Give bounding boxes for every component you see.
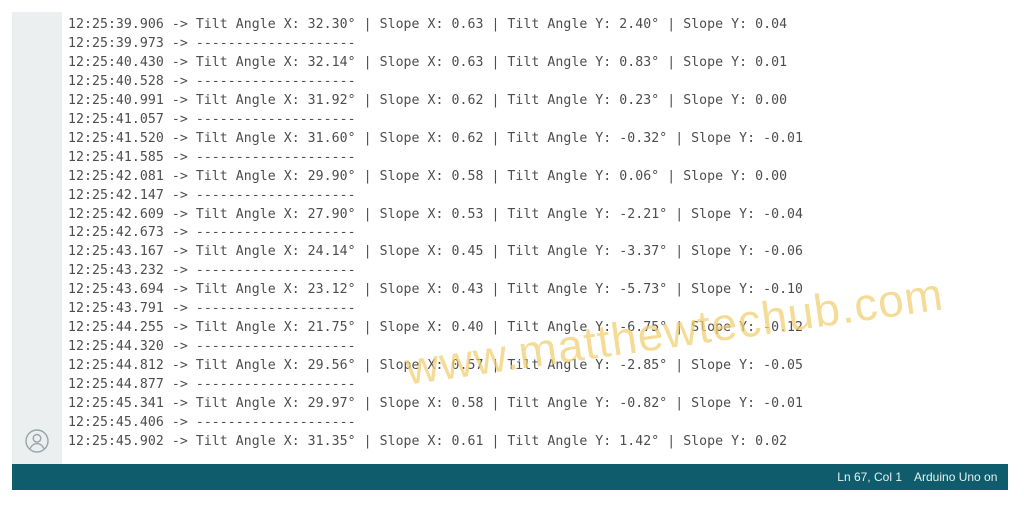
serial-log-line: 12:25:41.057 -> -------------------- (68, 111, 356, 127)
serial-log-line: 12:25:42.673 -> -------------------- (68, 225, 356, 241)
serial-output[interactable]: 12:25:39.906 -> Tilt Angle X: 32.30° | S… (68, 16, 1008, 464)
cursor-position: Ln 67, Col 1 (837, 470, 902, 484)
serial-log-line: 12:25:42.609 -> Tilt Angle X: 27.90° | S… (68, 206, 804, 222)
serial-log-line: 12:25:43.167 -> Tilt Angle X: 24.14° | S… (68, 244, 804, 260)
serial-log-line: 12:25:44.812 -> Tilt Angle X: 29.56° | S… (68, 358, 804, 374)
serial-log-line: 12:25:44.320 -> -------------------- (68, 339, 356, 355)
serial-log-line: 12:25:39.973 -> -------------------- (68, 35, 356, 51)
serial-log-line: 12:25:42.081 -> Tilt Angle X: 29.90° | S… (68, 168, 788, 184)
serial-log-line: 12:25:45.341 -> Tilt Angle X: 29.97° | S… (68, 396, 804, 412)
serial-log-line: 12:25:40.430 -> Tilt Angle X: 32.14° | S… (68, 54, 788, 70)
serial-log-line: 12:25:43.694 -> Tilt Angle X: 23.12° | S… (68, 282, 804, 298)
user-avatar-icon[interactable] (25, 429, 49, 453)
serial-log-line: 12:25:42.147 -> -------------------- (68, 187, 356, 203)
serial-log-line: 12:25:40.528 -> -------------------- (68, 73, 356, 89)
left-gutter (12, 12, 62, 464)
serial-log-line: 12:25:45.902 -> Tilt Angle X: 31.35° | S… (68, 433, 788, 449)
serial-log-line: 12:25:41.585 -> -------------------- (68, 149, 356, 165)
serial-log-line: 12:25:39.906 -> Tilt Angle X: 32.30° | S… (68, 17, 788, 32)
serial-log-line: 12:25:43.232 -> -------------------- (68, 263, 356, 279)
status-bar: Ln 67, Col 1 Arduino Uno on (12, 464, 1008, 490)
serial-monitor-window: 12:25:39.906 -> Tilt Angle X: 32.30° | S… (12, 12, 1008, 490)
serial-log-line: 12:25:44.255 -> Tilt Angle X: 21.75° | S… (68, 320, 804, 336)
board-status[interactable]: Arduino Uno on (914, 470, 997, 484)
serial-log-line: 12:25:44.877 -> -------------------- (68, 377, 356, 393)
serial-log-line: 12:25:41.520 -> Tilt Angle X: 31.60° | S… (68, 130, 804, 146)
serial-log-line: 12:25:40.991 -> Tilt Angle X: 31.92° | S… (68, 92, 788, 108)
serial-log-line: 12:25:43.791 -> -------------------- (68, 301, 356, 317)
serial-log-line: 12:25:45.406 -> -------------------- (68, 415, 356, 431)
